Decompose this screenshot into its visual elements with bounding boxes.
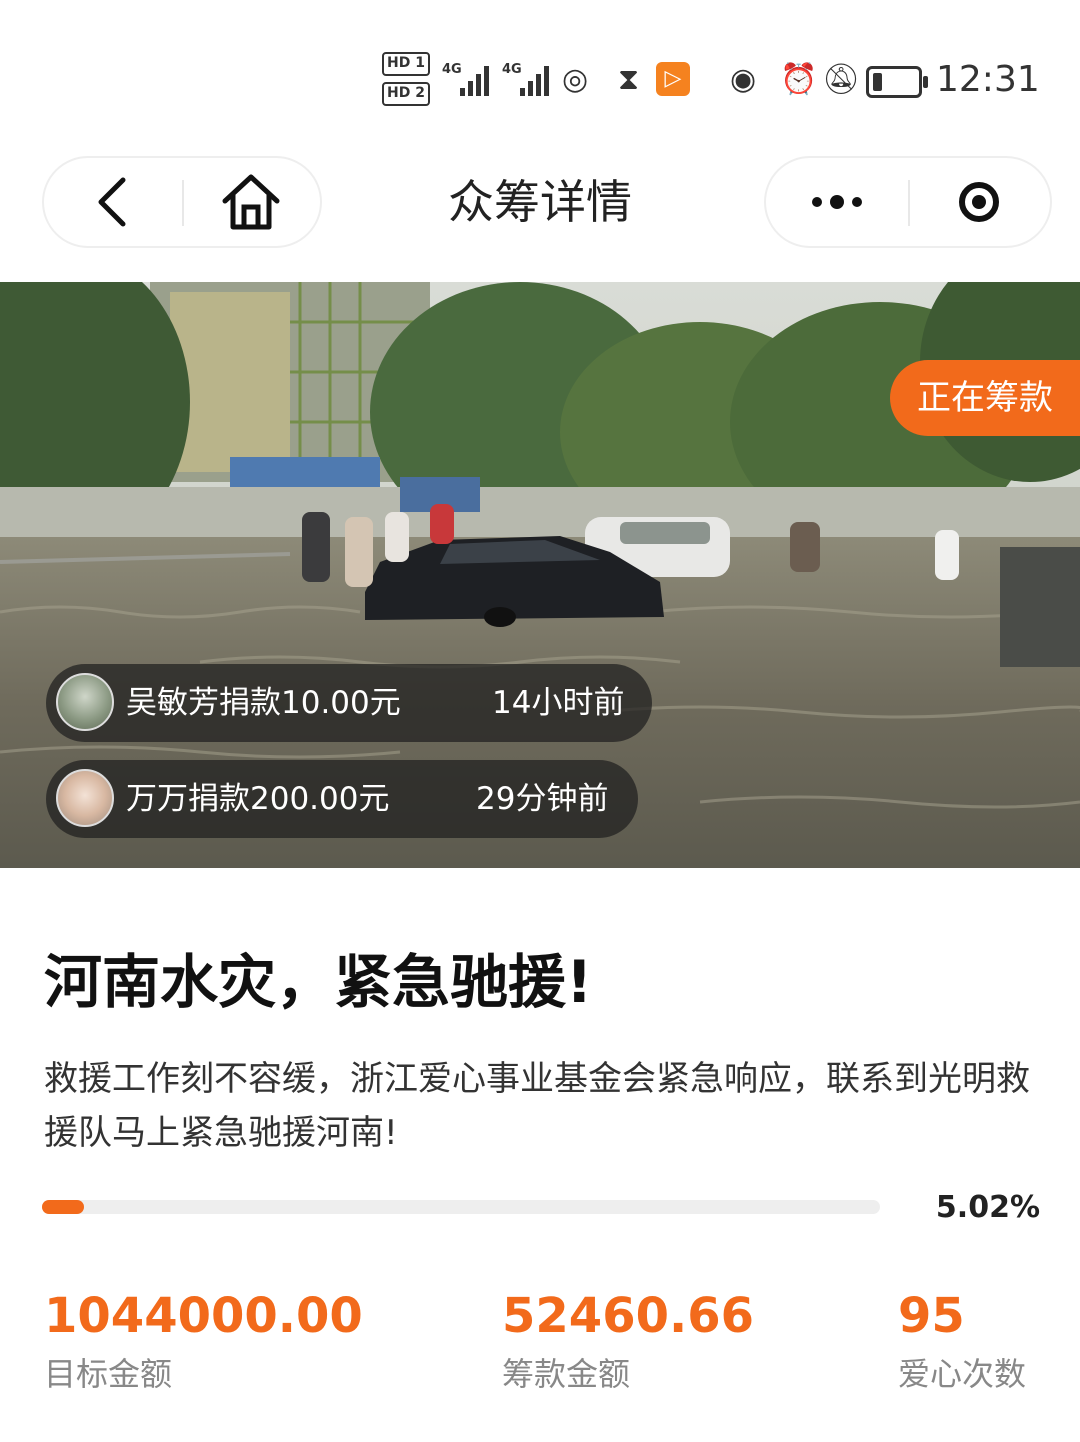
stat-label: 目标金额 — [44, 1355, 173, 1393]
donation-text: 吴敏芳捐款10.00元 — [126, 685, 401, 721]
donation-ticker-item: 吴敏芳捐款10.00元 14小时前 — [46, 664, 652, 742]
app-notification-icon: ▷ — [656, 62, 690, 96]
network-type-2: 4G — [502, 62, 522, 77]
nav-right-capsule — [764, 156, 1052, 248]
home-icon — [222, 174, 280, 230]
campaign-description: 救援工作刻不容缓，浙江爱心事业基金会紧急响应，联系到光明救援队马上紧急驰援河南! — [44, 1059, 1030, 1153]
home-button[interactable] — [182, 158, 320, 246]
alarm-icon: ⏰ — [780, 62, 818, 97]
stat-target-amount: 1044000.00 目标金额 — [44, 1286, 363, 1396]
funding-progress-fill — [42, 1200, 85, 1214]
battery-icon — [866, 66, 928, 98]
campaign-title: 河南水灾，紧急驰援! — [44, 948, 593, 1016]
stat-value: 52460.66 — [502, 1288, 755, 1344]
stat-label: 爱心次数 — [898, 1355, 1027, 1393]
signal-1-icon — [460, 64, 492, 96]
hourglass-icon: ⧗ — [618, 62, 640, 97]
donor-avatar — [56, 673, 114, 731]
clock: 12:31 — [936, 59, 1040, 100]
donation-ticker-item: 万万捐款200.00元 29分钟前 — [46, 760, 638, 838]
hd-indicator: HD 1 HD 2 — [382, 52, 432, 110]
status-bar: HD 1 HD 2 4G 4G ◎ ⧗ ▷ ◉ ⏰ 🔕︎ 12:31 — [0, 0, 1080, 150]
stat-value: 95 — [898, 1288, 965, 1344]
donor-avatar — [56, 769, 114, 827]
network-type-1: 4G — [442, 62, 462, 77]
donation-text: 万万捐款200.00元 — [126, 781, 390, 817]
mute-icon: 🔕︎ — [822, 62, 861, 97]
nav-bar: 众筹详情 — [0, 150, 1080, 280]
status-badge: 正在筹款 — [890, 360, 1080, 436]
stat-label: 筹款金额 — [502, 1355, 631, 1393]
close-miniapp-button[interactable] — [908, 158, 1050, 246]
funding-progress-percent: 5.02% — [935, 1190, 1040, 1225]
hd1-label: HD 1 — [382, 52, 430, 76]
stat-raised-amount: 52460.66 筹款金额 — [502, 1286, 754, 1396]
campaign-hero-image: 正在筹款 吴敏芳捐款10.00元 14小时前 万万捐款200.00元 29分钟前 — [0, 282, 1080, 868]
more-dots-icon — [812, 195, 862, 209]
page-title: 众筹详情 — [448, 175, 632, 229]
funding-progress-bar — [42, 1200, 880, 1214]
stat-value: 1044000.00 — [44, 1288, 363, 1344]
signal-2-icon — [520, 64, 552, 96]
stat-donation-count: 95 爱心次数 — [898, 1286, 1026, 1396]
hd2-label: HD 2 — [382, 82, 430, 106]
more-button[interactable] — [766, 158, 908, 246]
nav-left-capsule — [42, 156, 322, 248]
donation-time: 14小时前 — [492, 685, 625, 721]
hotspot-icon: ◎ — [562, 62, 589, 97]
back-arrow-icon — [98, 177, 126, 227]
campaign-details: 河南水灾，紧急驰援! 救援工作刻不容缓，浙江爱心事业基金会紧急响应，联系到光明救… — [0, 868, 1080, 1442]
back-button[interactable] — [44, 158, 182, 246]
donation-time: 29分钟前 — [476, 781, 609, 817]
target-icon — [959, 182, 999, 222]
eye-icon: ◉ — [730, 62, 757, 97]
